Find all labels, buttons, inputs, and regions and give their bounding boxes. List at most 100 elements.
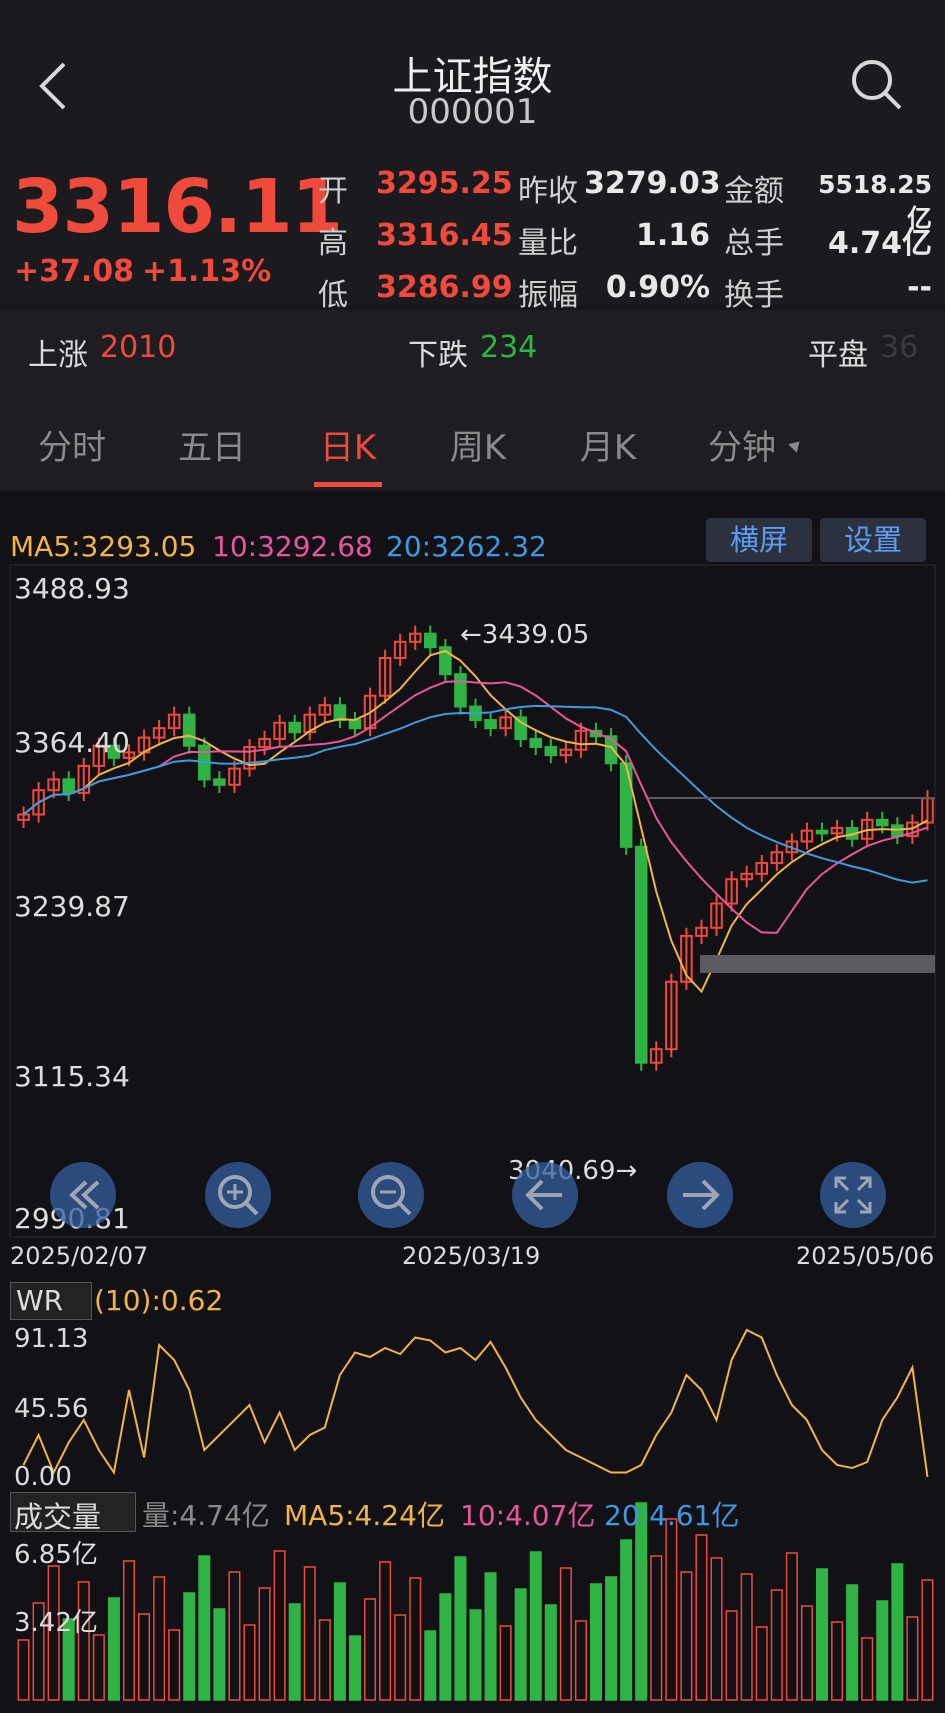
volume-bar	[785, 1552, 798, 1701]
volume-bar	[529, 1551, 542, 1701]
volume-bar	[348, 1635, 361, 1701]
volume-bar	[424, 1630, 437, 1701]
volume-bar	[559, 1567, 572, 1701]
candle-body	[514, 716, 527, 740]
zoom-in-button[interactable]	[205, 1162, 271, 1228]
volume-ma5: MA5:4.24亿	[284, 1499, 445, 1532]
volume-ma20: 20:4.61亿	[604, 1499, 740, 1532]
volume-bar	[198, 1555, 211, 1701]
price-axis-label: 3488.93	[14, 572, 130, 605]
volume-bar	[620, 1539, 633, 1701]
fullscreen-button[interactable]	[820, 1162, 886, 1228]
candle-body	[484, 719, 497, 730]
candle-body	[62, 778, 76, 794]
volume-bar	[77, 1581, 90, 1701]
volume-axis-label: 3.42亿	[14, 1608, 98, 1638]
volume-bar	[514, 1588, 527, 1701]
volume-bar	[288, 1603, 301, 1701]
volume-bar	[906, 1616, 919, 1701]
fast-rewind-icon	[69, 1180, 100, 1210]
volume-bar	[333, 1582, 346, 1701]
volume-bar	[228, 1571, 241, 1701]
candle-body	[875, 818, 889, 827]
price-axis-label: 3239.87	[14, 890, 130, 923]
volume-bar	[680, 1571, 693, 1701]
volume-bar	[379, 1561, 392, 1701]
volume-bar	[815, 1568, 829, 1701]
volume-bar	[183, 1592, 196, 1701]
volume-bar	[273, 1550, 286, 1701]
wr-indicator	[22, 1328, 929, 1478]
volume-bar	[168, 1629, 181, 1701]
volume-bar	[107, 1597, 120, 1701]
candle-body	[348, 719, 362, 730]
volume-bar	[409, 1577, 422, 1701]
fullscreen-icon	[834, 1176, 872, 1214]
candle-body	[544, 746, 558, 757]
wr-axis-label: 45.56	[14, 1394, 89, 1424]
volume-bar	[891, 1563, 904, 1701]
candle-body	[604, 735, 618, 765]
volume-name: 成交量	[14, 1500, 102, 1534]
volume-bar	[650, 1555, 663, 1701]
volume-bar	[725, 1610, 738, 1701]
volume-bar	[92, 1634, 105, 1701]
volume-axis-label: 6.85亿	[14, 1540, 98, 1570]
volume-bar	[846, 1584, 859, 1701]
kline-chart[interactable]	[0, 0, 945, 1713]
rewind-button[interactable]	[50, 1162, 116, 1228]
price-axis-label: 3115.34	[14, 1060, 130, 1093]
candle-body	[424, 632, 437, 649]
volume-bar	[876, 1600, 889, 1701]
volume-bar	[439, 1593, 452, 1701]
arrow-left-icon	[525, 1179, 562, 1211]
volume-bar	[364, 1598, 377, 1701]
volume-bar	[303, 1566, 316, 1701]
wr-axis-label: 91.13	[14, 1324, 89, 1354]
support-band	[700, 955, 935, 973]
candle-body	[182, 713, 196, 747]
scroll-left-button[interactable]	[512, 1162, 578, 1228]
volume-bar	[921, 1579, 934, 1701]
volume-bar	[800, 1605, 813, 1701]
volume-bar	[861, 1637, 874, 1701]
candle-body	[634, 845, 648, 1064]
volume-ma10: 10:4.07亿	[460, 1499, 596, 1532]
volume-bar	[605, 1576, 618, 1701]
volume-bar	[258, 1587, 271, 1701]
volume-bar	[17, 1639, 30, 1701]
volume-bar	[574, 1620, 587, 1701]
volume-bar	[484, 1572, 497, 1701]
volume-bar	[394, 1614, 407, 1701]
zoom-out-icon	[371, 1175, 412, 1216]
wr-value: (10):0.62	[94, 1284, 224, 1317]
volume-bar	[213, 1608, 226, 1701]
wr-axis-label: 0.00	[14, 1462, 72, 1492]
volume-bar	[138, 1613, 151, 1701]
candle-body	[619, 762, 633, 848]
zoom-in-icon	[218, 1175, 259, 1216]
candle-body	[213, 778, 226, 786]
wr-name: WR	[16, 1284, 64, 1317]
volume-bar	[665, 1518, 678, 1701]
date-axis-label: 2025/02/07	[10, 1242, 149, 1270]
volume-bar	[590, 1583, 603, 1701]
candle-body	[891, 824, 904, 838]
candle-body	[288, 721, 301, 734]
wr-line	[22, 1328, 929, 1478]
scroll-right-button[interactable]	[667, 1162, 733, 1228]
candle-body	[815, 829, 829, 835]
volume-bar	[469, 1609, 482, 1701]
volume-bar	[710, 1557, 723, 1701]
candle-body	[454, 673, 467, 708]
volume-value: 量:4.74亿	[142, 1499, 270, 1532]
candle-body	[529, 737, 543, 749]
volume-bar	[454, 1556, 467, 1701]
candle-body	[333, 704, 347, 722]
volume-bar	[243, 1624, 256, 1701]
volume-bar	[695, 1534, 708, 1701]
volume-bar	[318, 1619, 331, 1701]
volume-bar	[153, 1576, 166, 1701]
volume-bar	[122, 1560, 136, 1701]
zoom-out-button[interactable]	[358, 1162, 424, 1228]
